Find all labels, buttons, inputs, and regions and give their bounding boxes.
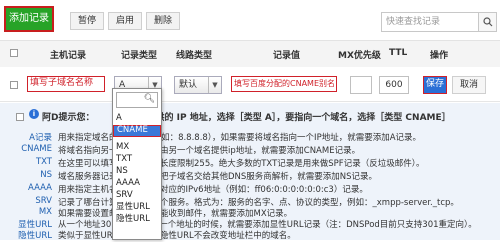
help-row: 隐性URL 类似于显性URL，区别在于隐性URL不会改变地址栏中的域名。: [0, 229, 500, 242]
help-desc: 用来指定主机名（或域名）对应的IPv6地址（例如：ff06:0:0:0:0:0:…: [58, 185, 368, 195]
help-checkbox: [16, 113, 24, 121]
header-value: 记录值: [273, 51, 301, 61]
dropdown-option[interactable]: A: [113, 112, 161, 124]
row-checkbox[interactable]: [10, 81, 18, 89]
help-desc: 类似于显性URL，区别在于隐性URL不会改变地址栏中的域名。: [58, 231, 296, 241]
help-row: CNAME 将域名指向另一个域名，再由另一个域名提供ip地址，就需要添加CNAM…: [0, 144, 500, 157]
header-line: 线路类型: [176, 51, 213, 61]
header-ttl: TTL: [389, 48, 408, 58]
search-button[interactable]: [479, 12, 497, 32]
record-value-input[interactable]: 填写百度分配的CNAME别名: [231, 76, 337, 92]
help-row: NS 域名服务器记录，如果需要把子域名交给其他DNS服务商解析，就需要添加NS记…: [0, 170, 500, 183]
help-key: AAAA: [28, 183, 52, 193]
line-type-select[interactable]: 默认 ▼: [174, 76, 222, 94]
cancel-button[interactable]: 取消: [452, 76, 486, 94]
help-key: NS: [40, 170, 52, 180]
ttl-input[interactable]: 600: [379, 76, 409, 94]
dropdown-option[interactable]: 显性URL: [113, 201, 161, 213]
help-row: A记录 用来指定域名的IPv4地址（如：8.8.8.8），如果需要将域名指向一个…: [0, 131, 500, 144]
dropdown-search-input[interactable]: 🔍︎: [116, 92, 158, 108]
help-row: AAAA 用来指定主机名（或域名）对应的IPv6地址（例如：ff06:0:0:0…: [0, 183, 500, 196]
add-record-button[interactable]: 添加记录: [4, 6, 54, 32]
header-action: 操作: [430, 51, 449, 61]
info-icon: i: [29, 109, 39, 119]
delete-button[interactable]: 删除: [146, 12, 180, 30]
help-key: CNAME: [21, 144, 52, 154]
save-button[interactable]: 保存: [423, 76, 447, 94]
help-key: MX: [38, 207, 52, 217]
help-title-prefix: 阿D提示您：: [42, 113, 95, 123]
dropdown-option[interactable]: NS: [113, 165, 161, 177]
help-key: 隐性URL: [18, 231, 52, 241]
dropdown-option-selected[interactable]: CNAME: [113, 125, 161, 137]
help-desc: 域名服务器记录，如果需要把子域名交给其他DNS服务商解析，就需要添加NS记录。: [58, 172, 378, 182]
help-title-rest: 提供的 IP 地址，选择［类型 A］，要指向一个域名，选择［类型 CNAME］: [146, 113, 451, 123]
header-mx: MX优先级: [338, 51, 381, 61]
help-key: TXT: [35, 157, 52, 167]
dropdown-option[interactable]: 隐性URL: [113, 213, 161, 225]
header-host: 主机记录: [50, 51, 87, 61]
dropdown-option[interactable]: MX: [113, 141, 161, 153]
search-icon: 🔍︎: [143, 94, 155, 104]
line-type-value: 默认: [179, 80, 198, 90]
help-key: SRV: [35, 196, 52, 206]
search-input[interactable]: 快速查找记录: [381, 12, 479, 32]
help-desc: 将域名指向另一个域名，再由另一个域名提供ip地址，就需要添加CNAME记录。: [58, 146, 361, 156]
mx-priority-input[interactable]: [350, 76, 372, 94]
search-icon: [482, 17, 492, 27]
dropdown-option[interactable]: TXT: [113, 153, 161, 165]
enable-button[interactable]: 启用: [108, 12, 142, 30]
help-key: A记录: [29, 133, 52, 143]
help-row: TXT 在这里可以填写任何东西，长度限制255。绝大多数的TXT记录是用来做SP…: [0, 157, 500, 170]
help-title: 阿D提示您： 提供的 IP 地址，选择［类型 A］，要指向一个域名，选择［类型 C…: [42, 110, 451, 123]
pause-button[interactable]: 暂停: [70, 12, 104, 30]
dropdown-option[interactable]: AAAA: [113, 177, 161, 189]
dropdown-option[interactable]: SRV: [113, 189, 161, 201]
host-record-input[interactable]: 填写子域名名称: [27, 76, 105, 92]
header-type: 记录类型: [121, 51, 158, 61]
chevron-down-icon: ▼: [208, 77, 221, 93]
select-all-checkbox[interactable]: [10, 49, 18, 57]
